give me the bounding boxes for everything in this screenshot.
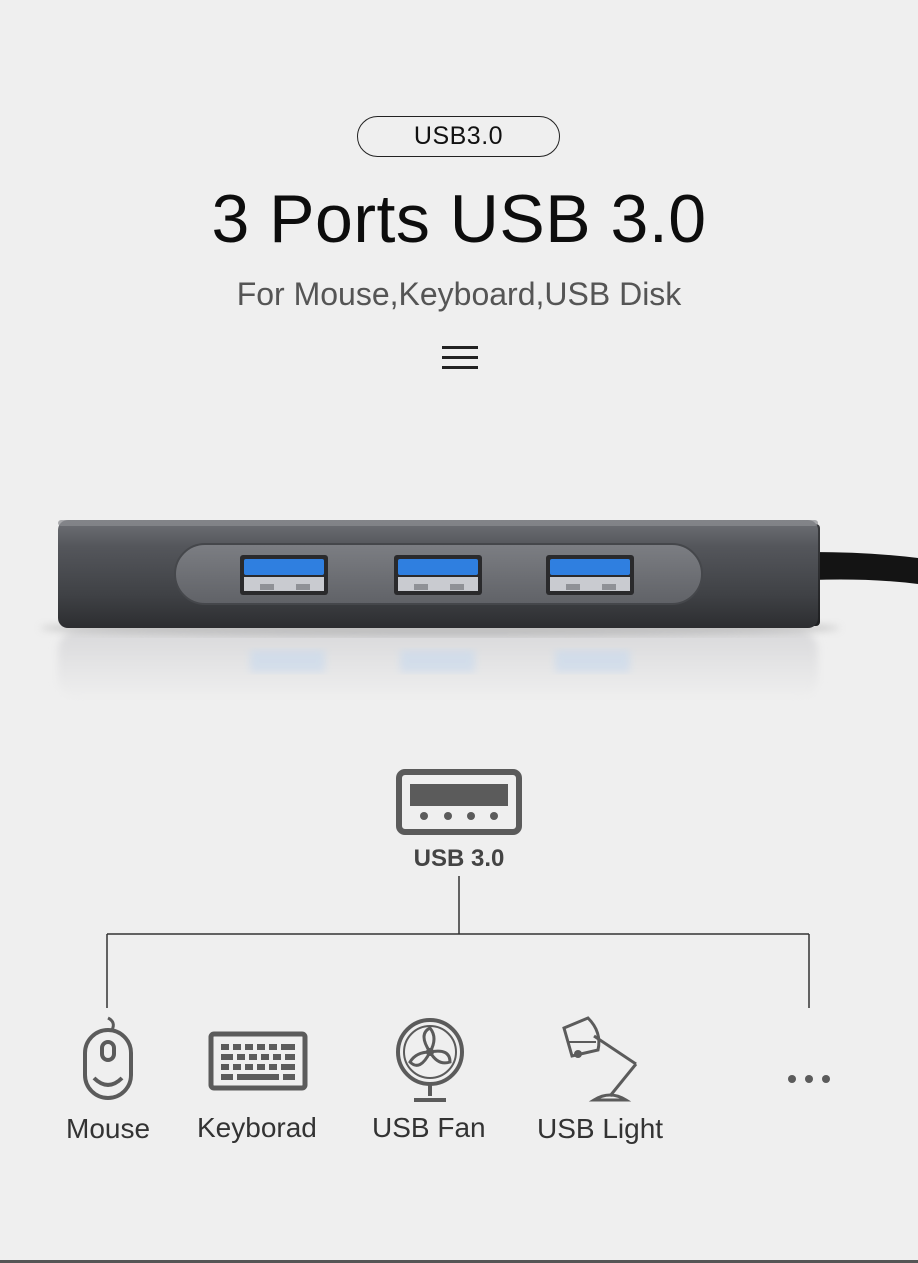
usb-port-2 [394, 555, 482, 595]
usb-port-3 [546, 555, 634, 595]
usb-port-1 [240, 555, 328, 595]
page-subtitle: For Mouse,Keyboard,USB Disk [236, 276, 682, 312]
usb-port-label: USB 3.0 [413, 845, 505, 872]
connector-tree [0, 876, 918, 1016]
fan-icon [394, 1016, 466, 1104]
page-title: 3 Ports USB 3.0 [211, 181, 707, 257]
usb-hub-product-image [0, 500, 918, 720]
mouse-icon [80, 1016, 136, 1102]
device-label-keyboard: Keyborad [197, 1112, 317, 1143]
usb3-badge: USB3.0 [357, 116, 560, 157]
triple-line-divider-icon [442, 346, 478, 370]
device-label-usb-light: USB Light [537, 1113, 664, 1144]
device-label-usb-fan: USB Fan [372, 1112, 486, 1143]
keyboard-icon [208, 1031, 308, 1091]
usb-port-icon [396, 769, 522, 835]
lamp-icon [558, 1012, 648, 1104]
device-label-mouse: Mouse [66, 1113, 151, 1144]
more-dots-icon [786, 1072, 832, 1084]
